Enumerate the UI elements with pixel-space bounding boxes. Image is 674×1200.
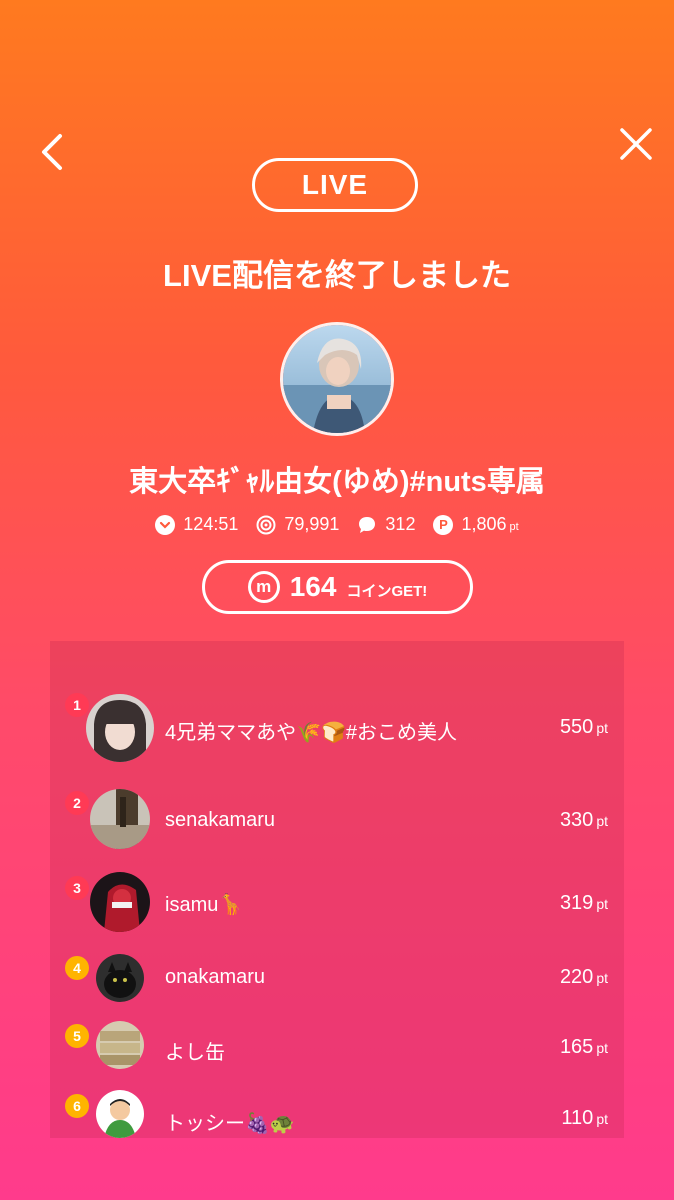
rank-badge: 3 — [65, 876, 89, 900]
user-avatar — [90, 872, 150, 932]
broadcast-icon — [256, 515, 276, 535]
ranking-list[interactable]: 1 4兄弟ママあや🌾🍞#おこめ美人 550 pt 2 senakamaru 330… — [50, 641, 624, 1138]
user-points: 220 pt — [559, 966, 608, 988]
back-button[interactable] — [36, 130, 72, 174]
user-points: 110 pt — [561, 1107, 608, 1129]
user-name: senakamaru — [165, 809, 276, 831]
user-name: 4兄弟ママあや🌾🍞#おこめ美人 — [165, 722, 458, 744]
ranking-row[interactable]: 2 senakamaru 330 pt — [50, 789, 624, 851]
streamer-name: 東大卒ｷﾞｬﾙ由女(ゆめ)#nuts専属 — [129, 466, 545, 498]
rank-badge: 4 — [65, 956, 89, 980]
coin-get-badge: m 164 コインGET! — [202, 560, 473, 614]
coin-icon: m — [247, 571, 280, 603]
stats-bar: 124:51 79,991 312 P 1,806 pt — [0, 514, 674, 535]
stat-time-value: 124:51 — [183, 514, 239, 534]
close-icon — [620, 128, 652, 160]
stat-points-value: 1,806 pt — [461, 514, 519, 534]
user-name: isamu🦒 — [165, 894, 244, 916]
ranking-row[interactable]: 4 onakamaru 220 pt — [50, 954, 624, 1014]
stat-points: P 1,806 pt — [433, 514, 519, 535]
user-name: onakamaru — [165, 966, 266, 988]
stat-viewers-value: 79,991 — [284, 514, 340, 534]
user-name: トッシー🍇🐢 — [165, 1113, 295, 1135]
rank-badge: 1 — [65, 693, 89, 717]
rank-badge: 6 — [65, 1094, 89, 1118]
chevron-left-icon — [42, 134, 62, 170]
stat-comments: 312 — [357, 514, 415, 535]
points-icon: P — [433, 514, 454, 535]
user-points: 165 pt — [559, 1036, 608, 1058]
clock-chevron-icon — [155, 514, 176, 535]
user-avatar — [96, 954, 144, 1002]
close-button[interactable] — [614, 122, 658, 166]
user-avatar — [86, 694, 154, 762]
rank-badge: 5 — [65, 1024, 89, 1048]
user-points: 330 pt — [559, 809, 608, 831]
stat-viewers: 79,991 — [256, 514, 339, 535]
comment-bubble-icon — [357, 515, 377, 535]
stat-time: 124:51 — [155, 514, 238, 535]
ranking-row[interactable]: 6 トッシー🍇🐢 110 pt — [50, 1090, 624, 1150]
ranking-row[interactable]: 5 よし缶 165 pt — [50, 1021, 624, 1081]
user-points: 550 pt — [559, 716, 608, 738]
user-avatar — [90, 789, 150, 849]
coin-amount: 164 — [289, 571, 337, 602]
rank-badge: 2 — [65, 791, 89, 815]
user-points: 319 pt — [559, 892, 608, 914]
live-badge: LIVE — [252, 158, 418, 212]
page-title: LIVE配信を終了しました — [163, 258, 511, 293]
live-label: LIVE — [301, 169, 369, 200]
ranking-row[interactable]: 1 4兄弟ママあや🌾🍞#おこめ美人 550 pt — [50, 693, 624, 762]
ranking-row[interactable]: 3 isamu🦒 319 pt — [50, 872, 624, 932]
streamer-avatar — [280, 322, 394, 436]
user-avatar — [96, 1090, 144, 1138]
user-avatar — [96, 1021, 144, 1069]
coin-label: コインGET! — [346, 582, 428, 600]
user-name: よし缶 — [165, 1042, 225, 1064]
stat-comments-value: 312 — [385, 514, 416, 534]
